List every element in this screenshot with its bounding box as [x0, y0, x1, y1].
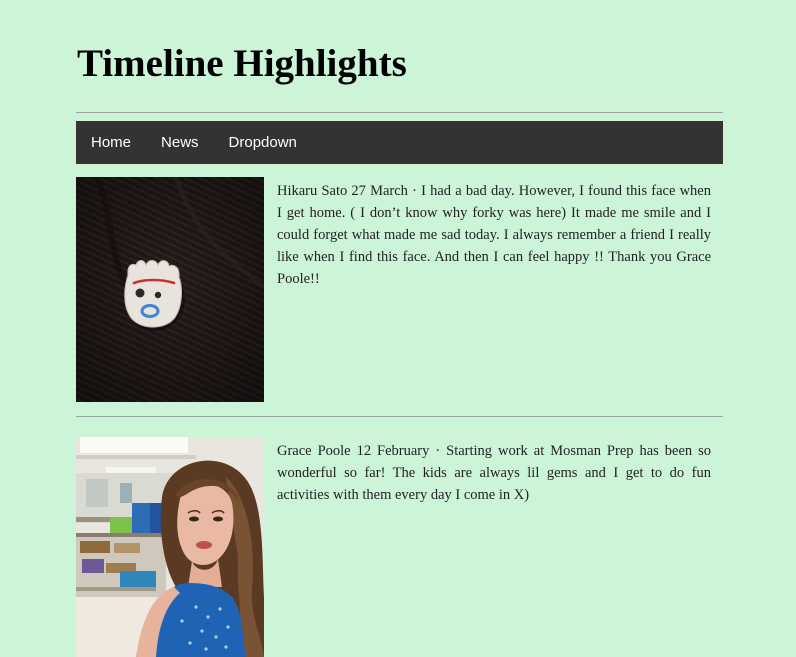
post-text: Hikaru Sato 27 March · I had a bad day. …: [277, 183, 711, 287]
post-divider: [76, 416, 723, 417]
header-divider: [76, 112, 723, 113]
navbar: Home News Dropdown: [76, 121, 723, 164]
nav-news-link[interactable]: News: [146, 121, 214, 164]
forky-pin-photo: [76, 177, 264, 402]
page-title: Timeline Highlights: [77, 42, 407, 85]
post-text: Grace Poole 12 February · Starting work …: [277, 443, 711, 503]
classroom-selfie-photo: [76, 437, 264, 657]
nav-home-link[interactable]: Home: [76, 121, 146, 164]
nav-dropdown-link[interactable]: Dropdown: [214, 121, 312, 164]
